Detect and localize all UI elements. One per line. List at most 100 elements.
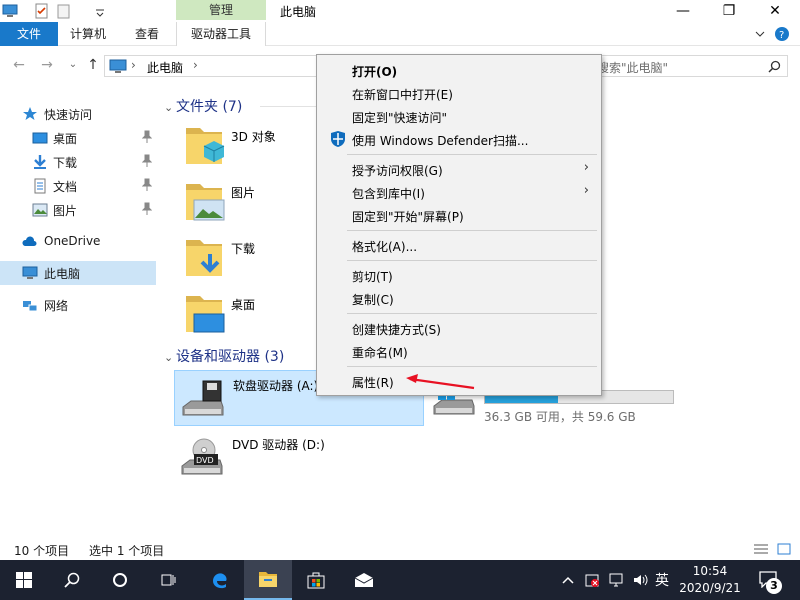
group-divider [260, 106, 316, 107]
status-selected-count: 选中 1 个项目 [89, 544, 165, 558]
menu-separator [347, 154, 597, 155]
manage-context-tab[interactable]: 管理 [176, 0, 266, 20]
folder-label: 图片 [231, 186, 256, 200]
menu-item-pin-start[interactable]: 固定到"开始"屏幕(P) [319, 204, 599, 226]
tab-file[interactable]: 文件 [0, 22, 58, 46]
forward-button[interactable]: → [38, 56, 56, 74]
status-item-count: 10 个项目 [14, 544, 70, 558]
tray-security-icon[interactable] [584, 572, 600, 588]
pin-icon[interactable] [142, 130, 152, 144]
menu-item-rename[interactable]: 重命名(M) [319, 340, 599, 362]
download-icon [34, 155, 46, 169]
status-bar: 10 个项目 选中 1 个项目 [0, 538, 800, 560]
nav-item-this-pc[interactable]: 此电脑 [0, 261, 156, 285]
new-folder-icon[interactable] [56, 3, 72, 19]
pin-icon[interactable] [142, 202, 152, 216]
nav-quick-access[interactable]: 快速访问 [0, 102, 156, 126]
taskbar-search-button[interactable] [48, 560, 96, 600]
drive-free-space: 36.3 GB 可用，共 59.6 GB [484, 410, 636, 424]
tab-computer[interactable]: 计算机 [70, 22, 106, 46]
floppy-drive-icon [182, 380, 224, 416]
chevron-right-icon[interactable]: › [131, 58, 136, 72]
cloud-icon [22, 236, 37, 246]
nav-label: 快速访问 [44, 108, 93, 122]
menu-item-pin-quick-access[interactable]: 固定到"快速访问" [319, 105, 599, 127]
input-language-indicator[interactable]: 英 [655, 570, 669, 590]
nav-item-onedrive[interactable]: OneDrive [0, 230, 156, 254]
address-path[interactable]: 此电脑 [147, 59, 183, 76]
maximize-button[interactable]: ❐ [706, 0, 752, 22]
cortana-button[interactable] [96, 560, 144, 600]
nav-item-documents[interactable]: 文档 [0, 174, 156, 198]
menu-item-open-new-window[interactable]: 在新窗口中打开(E) [319, 82, 599, 104]
chevron-down-icon[interactable]: ⌄ [164, 351, 176, 364]
tab-drive-tools[interactable]: 驱动器工具 [176, 22, 266, 46]
nav-item-network[interactable]: 网络 [0, 293, 156, 317]
group-header-folders[interactable]: ⌄ 文件夹 (7) [164, 96, 242, 116]
menu-item-copy[interactable]: 复制(C) [319, 287, 599, 309]
pictures-folder-icon [186, 184, 225, 221]
taskbar-edge[interactable] [196, 560, 244, 600]
recent-dropdown-button[interactable]: ⌄ [64, 56, 82, 74]
back-button[interactable]: ← [10, 56, 28, 74]
pin-icon[interactable] [142, 178, 152, 192]
network-icon [23, 301, 38, 312]
nav-item-downloads[interactable]: 下载 [0, 150, 156, 174]
document-icon [34, 178, 46, 194]
submenu-arrow-icon: › [583, 183, 589, 198]
menu-item-defender-scan[interactable]: 使用 Windows Defender扫描... [319, 128, 599, 150]
chevron-right-icon[interactable]: › [193, 58, 198, 72]
clock[interactable]: 10:54 2020/9/21 [676, 563, 744, 597]
up-button[interactable]: ↑ [84, 56, 102, 74]
task-view-button[interactable] [144, 560, 192, 600]
nav-label: 下载 [53, 156, 78, 170]
star-icon [23, 107, 37, 120]
taskbar-file-explorer[interactable] [244, 560, 292, 600]
taskbar-mail[interactable] [340, 560, 388, 600]
menu-item-format[interactable]: 格式化(A)... [319, 234, 599, 256]
svg-text:DVD: DVD [196, 456, 214, 465]
search-input[interactable]: 搜索"此电脑" [588, 55, 788, 77]
nav-label: 文档 [53, 180, 78, 194]
nav-item-desktop[interactable]: 桌面 [0, 126, 156, 150]
start-button[interactable] [0, 560, 48, 600]
network-tray-icon[interactable] [608, 572, 624, 588]
qa-dropdown-icon[interactable] [92, 3, 108, 19]
folder-label: 3D 对象 [231, 130, 276, 144]
chevron-down-icon[interactable]: ⌄ [164, 101, 176, 114]
clock-time: 10:54 [692, 564, 728, 578]
menu-item-include-library[interactable]: 包含到库中(I) › [319, 181, 599, 203]
properties-icon[interactable] [34, 3, 50, 19]
picture-icon [32, 203, 48, 217]
computer-icon [22, 266, 38, 279]
group-header-devices[interactable]: ⌄ 设备和驱动器 (3) [164, 346, 284, 366]
volume-icon[interactable] [632, 572, 648, 588]
tab-view[interactable]: 查看 [135, 22, 159, 46]
menu-item-open[interactable]: 打开(O) [319, 59, 599, 81]
pin-icon[interactable] [142, 154, 152, 168]
search-icon [64, 572, 80, 588]
submenu-arrow-icon: › [583, 160, 589, 175]
drive-dvd-d[interactable]: DVD DVD 驱动器 (D:) [174, 430, 424, 486]
computer-icon[interactable] [2, 3, 18, 19]
view-mode-icons[interactable] [752, 543, 792, 555]
close-button[interactable]: ✕ [752, 0, 798, 22]
taskbar-store[interactable] [292, 560, 340, 600]
ribbon-expand-help-icons[interactable]: ? [752, 26, 792, 42]
nav-item-pictures[interactable]: 图片 [0, 198, 156, 222]
menu-separator [347, 366, 597, 367]
search-icon[interactable] [768, 60, 781, 73]
menu-item-cut[interactable]: 剪切(T) [319, 264, 599, 286]
menu-item-give-access[interactable]: 授予访问权限(G) › [319, 158, 599, 180]
svg-text:?: ? [779, 30, 784, 41]
window-title: 此电脑 [280, 5, 317, 19]
taskbar: 英 10:54 2020/9/21 3 [0, 560, 800, 600]
menu-item-create-shortcut[interactable]: 创建快捷方式(S) [319, 317, 599, 339]
desktop-folder-icon [186, 296, 225, 333]
windows-logo-icon [16, 572, 32, 588]
minimize-button[interactable]: — [660, 0, 706, 22]
nav-label: 桌面 [53, 132, 78, 146]
mail-icon [354, 573, 374, 587]
tray-overflow-chevron-icon[interactable] [560, 572, 576, 588]
nav-label: OneDrive [44, 234, 101, 248]
